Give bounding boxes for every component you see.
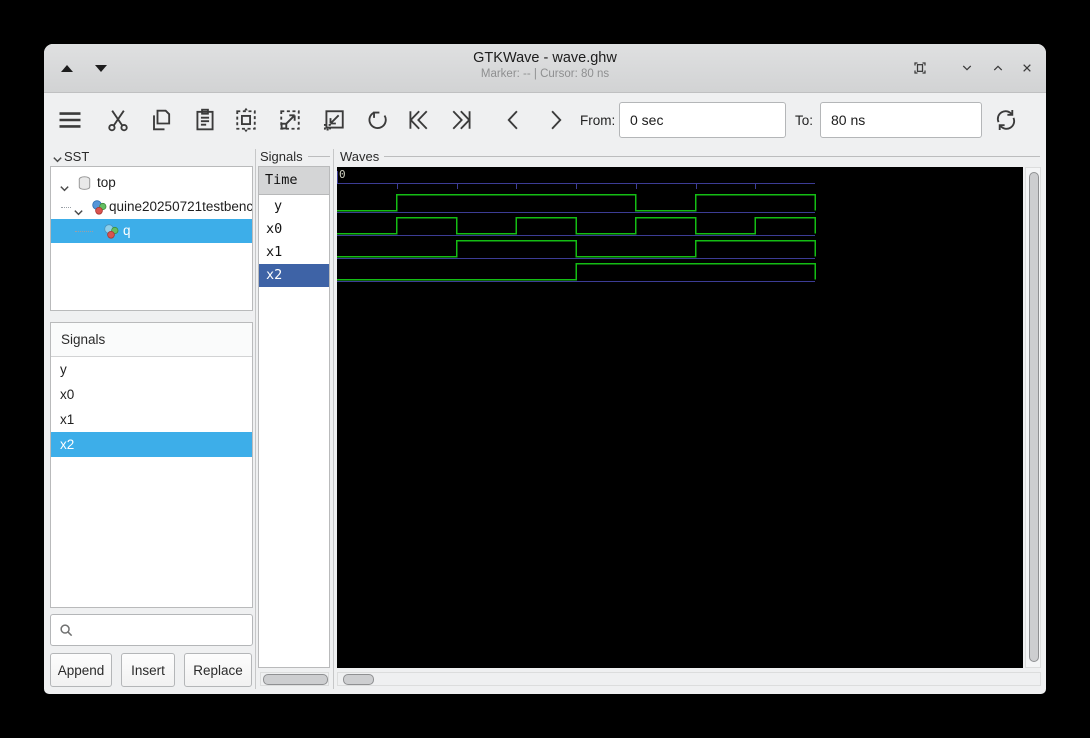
signals-column-frame-label: Signals [260, 149, 303, 164]
close-button[interactable] [1017, 58, 1037, 78]
zoom-out-icon [323, 110, 344, 131]
skip-end-icon [452, 110, 471, 130]
sst-frame-label: SST [64, 149, 90, 164]
waves-frame-label: Waves [340, 149, 380, 164]
fullscreen-button[interactable] [910, 58, 930, 78]
undo-button[interactable] [364, 106, 392, 134]
wave-svg[interactable]: 0 [337, 167, 1023, 668]
window-title: GTKWave - wave.ghw [473, 50, 617, 66]
zoom-in-button[interactable] [276, 106, 304, 134]
to-label: To: [795, 113, 814, 128]
append-button[interactable]: Append [50, 653, 112, 687]
tree-node-label: q [123, 223, 131, 238]
paste-button[interactable] [191, 106, 219, 134]
copy-icon [153, 109, 171, 131]
signals-column: Time y x0 x1 x2 [258, 166, 330, 668]
signal-search-input[interactable] [50, 614, 253, 646]
skip-start-icon [409, 110, 428, 130]
zoom-in-icon [280, 110, 300, 130]
minimize-button[interactable] [957, 58, 977, 78]
search-icon [60, 624, 73, 637]
reload-icon [996, 109, 1016, 131]
marker-cursor-status: Marker: -- | Cursor: 80 ns [480, 68, 610, 80]
module-icon [103, 223, 120, 240]
signal-row-x0[interactable]: x0 [259, 218, 329, 241]
signal-row-x2[interactable]: x2 [259, 264, 329, 287]
zoom-fit-button[interactable] [232, 106, 260, 134]
wave-canvas[interactable]: 0 [337, 167, 1023, 668]
scissors-icon [108, 110, 128, 132]
frame-border-line [384, 156, 1040, 157]
maximize-button[interactable] [988, 58, 1008, 78]
signals-list-panel: Signals y x0 x1 x2 [50, 322, 253, 608]
fullscreen-icon [914, 62, 926, 74]
hamburger-menu-icon [59, 112, 81, 128]
wave-vscrollbar[interactable] [1025, 167, 1041, 668]
list-item-y[interactable]: y [51, 357, 252, 382]
scrollbar-thumb[interactable] [343, 674, 374, 685]
signal-row-x1[interactable]: x1 [259, 241, 329, 264]
time-header-cell[interactable]: Time [259, 167, 329, 195]
list-item-x1[interactable]: x1 [51, 407, 252, 432]
tree-branch-line [75, 231, 93, 232]
signals-column-hscrollbar[interactable] [260, 672, 329, 686]
to-input[interactable] [820, 102, 982, 138]
shift-left-button[interactable] [500, 106, 528, 134]
gtkwave-window: GTKWave - wave.ghw Marker: -- | Cursor: … [44, 44, 1046, 694]
clipboard-icon [196, 108, 214, 131]
from-label: From: [580, 113, 616, 128]
frame-border-line [308, 156, 330, 157]
cut-button[interactable] [104, 106, 132, 134]
signals-list-header: Signals [51, 323, 252, 357]
sst-tree: top quine20250721testbench q [50, 166, 253, 311]
tree-node-testbench[interactable]: quine20250721testbench [51, 195, 252, 219]
reload-button[interactable] [992, 106, 1020, 134]
chevron-left-icon [507, 110, 518, 130]
scrollbar-thumb[interactable] [263, 674, 328, 685]
tree-node-q[interactable]: q [51, 219, 252, 243]
shift-right-button[interactable] [541, 106, 569, 134]
zoom-out-button[interactable] [320, 106, 348, 134]
chevron-right-icon [551, 110, 562, 130]
tree-node-label: quine20250721testbench [109, 199, 253, 214]
wave-hscrollbar[interactable] [337, 672, 1041, 686]
tree-node-top[interactable]: top [51, 171, 252, 195]
signal-row-y[interactable]: y [259, 195, 329, 218]
chevron-up-icon [993, 65, 1003, 71]
list-item-x2[interactable]: x2 [51, 432, 252, 457]
svg-text:0: 0 [339, 168, 346, 181]
from-input[interactable] [619, 102, 786, 138]
replace-button[interactable]: Replace [184, 653, 252, 687]
copy-button[interactable] [147, 106, 175, 134]
skip-to-end-button[interactable] [448, 106, 480, 134]
scrollbar-thumb[interactable] [1029, 172, 1039, 662]
insert-button[interactable]: Insert [121, 653, 175, 687]
chevron-down-icon [962, 65, 972, 71]
module-icon [91, 199, 108, 216]
zoom-fit-icon [236, 107, 256, 133]
tree-node-label: top [97, 175, 116, 190]
tree-branch-line [61, 207, 71, 208]
titlebar-text: GTKWave - wave.ghw Marker: -- | Cursor: … [44, 50, 1046, 80]
hierarchy-top-icon [76, 175, 93, 192]
titlebar[interactable]: GTKWave - wave.ghw Marker: -- | Cursor: … [44, 44, 1046, 93]
left-splitter-handle[interactable] [255, 149, 256, 689]
list-item-x0[interactable]: x0 [51, 382, 252, 407]
right-splitter-handle[interactable] [333, 149, 334, 689]
menu-button[interactable] [56, 106, 90, 134]
skip-to-start-button[interactable] [404, 106, 436, 134]
toolbar: From: To: [44, 93, 1046, 148]
undo-icon [368, 111, 387, 129]
chevron-down-icon [53, 157, 62, 163]
close-icon [1023, 64, 1031, 72]
